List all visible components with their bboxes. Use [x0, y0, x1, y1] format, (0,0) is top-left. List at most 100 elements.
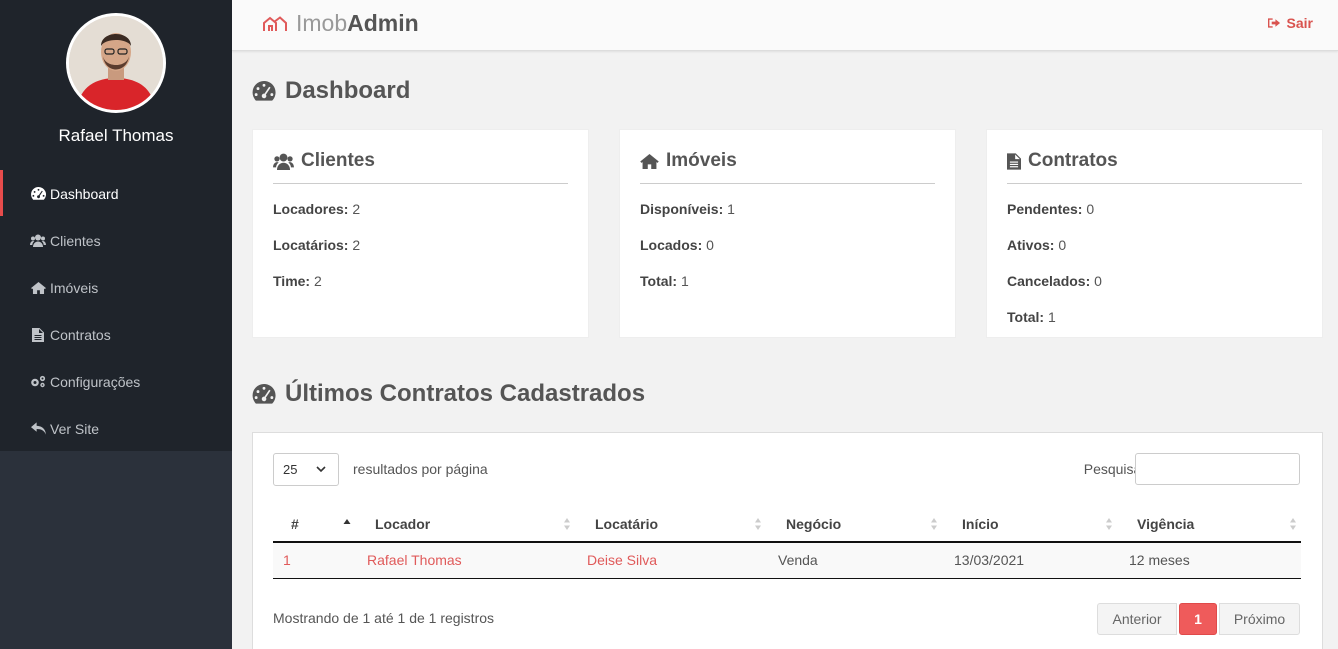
- card-title: Imóveis: [640, 150, 935, 184]
- sidebar-item-label: Dashboard: [50, 185, 119, 202]
- stat-line: Pendentes: 0: [1007, 201, 1302, 237]
- sign-out-icon: [1267, 17, 1287, 29]
- building-icon: [262, 15, 288, 32]
- stat-line: Locadores: 2: [273, 201, 568, 237]
- column-label: Início: [962, 515, 999, 532]
- stat-value: 0: [1094, 273, 1102, 289]
- stat-line: Locados: 0: [640, 237, 935, 273]
- stat-label: Time:: [273, 273, 311, 289]
- stat-line: Ativos: 0: [1007, 237, 1302, 273]
- page-length-label: resultados por página: [353, 461, 488, 477]
- column-header-negocio[interactable]: Negócio: [766, 506, 942, 543]
- sidebar-item-dashboard[interactable]: Dashboard: [0, 170, 232, 217]
- brand-logo[interactable]: Imob Admin: [262, 10, 419, 37]
- sort-icon: [564, 518, 570, 530]
- dashboard-icon: [252, 81, 285, 101]
- sidebar-item-imoveis[interactable]: Imóveis: [0, 264, 232, 311]
- card-title: Contratos: [1007, 150, 1302, 184]
- card-title-text: Clientes: [301, 150, 375, 171]
- sort-icon: [755, 518, 761, 530]
- sidebar-item-label: Ver Site: [50, 420, 100, 437]
- stat-label: Locados:: [640, 237, 703, 253]
- column-header-id[interactable]: #: [273, 506, 355, 543]
- sidebar-item-ver-site[interactable]: Ver Site: [0, 405, 232, 452]
- pagination: Anterior 1 Próximo: [1097, 603, 1300, 635]
- stat-label: Ativos:: [1007, 237, 1055, 253]
- column-header-vigencia[interactable]: Vigência: [1117, 506, 1301, 543]
- page-length-select[interactable]: 25: [273, 453, 339, 486]
- page-1-button[interactable]: 1: [1179, 603, 1217, 635]
- table-header-row: # Locador Locatário Negócio Início Vigên…: [273, 506, 1301, 543]
- stat-line: Time: 2: [273, 273, 568, 309]
- stat-value: 0: [706, 237, 714, 253]
- row-inicio: 13/03/2021: [942, 542, 1117, 579]
- page-title: Dashboard: [252, 77, 410, 105]
- home-icon: [30, 281, 46, 295]
- sidebar: Rafael Thomas Dashboard Clientes Imóveis…: [0, 0, 232, 649]
- column-header-inicio[interactable]: Início: [942, 506, 1117, 543]
- contracts-table-panel: 25 resultados por página Pesquisar # Loc…: [252, 432, 1323, 649]
- sort-icon: [1290, 518, 1296, 530]
- logout-label: Sair: [1286, 15, 1313, 31]
- next-page-button[interactable]: Próximo: [1219, 603, 1300, 635]
- sidebar-item-configuracoes[interactable]: Configurações: [0, 358, 232, 405]
- brand-bold: Admin: [347, 10, 419, 36]
- stat-label: Total:: [1007, 309, 1045, 325]
- row-id-link[interactable]: 1: [273, 542, 355, 579]
- stat-value: 1: [1047, 309, 1056, 325]
- sidebar-item-label: Imóveis: [50, 279, 99, 296]
- reply-icon: [30, 422, 46, 436]
- brand-light: Imob: [296, 10, 348, 36]
- page-title-text: Dashboard: [285, 77, 411, 104]
- sort-asc-icon: [343, 519, 351, 524]
- file-icon: [30, 327, 46, 342]
- top-bar: Imob Admin Sair: [232, 0, 1338, 51]
- card-clientes: Clientes Locadores: 2 Locatários: 2 Time…: [252, 129, 589, 338]
- page-length-value: 25: [283, 462, 298, 477]
- users-icon: [30, 234, 46, 248]
- stat-value: 1: [680, 273, 689, 289]
- card-imoveis: Imóveis Disponíveis: 1 Locados: 0 Total:…: [619, 129, 956, 338]
- stat-label: Cancelados:: [1007, 273, 1091, 289]
- table-info: Mostrando de 1 até 1 de 1 registros: [273, 610, 495, 626]
- card-contratos: Contratos Pendentes: 0 Ativos: 0 Cancela…: [986, 129, 1323, 338]
- stat-value: 2: [313, 273, 322, 289]
- table-row: 1 Rafael Thomas Deise Silva Venda 13/03/…: [273, 542, 1301, 579]
- dashboard-icon: [30, 187, 46, 201]
- file-icon: [1007, 152, 1028, 170]
- stat-value: 1: [727, 201, 735, 217]
- sidebar-item-label: Configurações: [50, 373, 141, 390]
- stat-label: Total:: [640, 273, 678, 289]
- stat-label: Locadores:: [273, 201, 349, 217]
- column-label: Locatário: [595, 515, 659, 532]
- stat-value: 2: [352, 201, 361, 217]
- card-title: Clientes: [273, 150, 568, 184]
- dashboard-icon: [252, 384, 285, 404]
- users-icon: [273, 153, 301, 170]
- sidebar-item-label: Contratos: [50, 326, 111, 343]
- column-header-locatario[interactable]: Locatário: [575, 506, 766, 543]
- row-vigencia: 12 meses: [1117, 542, 1301, 579]
- user-name: Rafael Thomas: [58, 126, 174, 145]
- row-negocio: Venda: [766, 542, 942, 579]
- column-label: #: [291, 515, 299, 532]
- stat-label: Disponíveis:: [640, 201, 724, 217]
- stat-value: 2: [352, 237, 361, 253]
- stat-line: Total: 1: [1007, 309, 1302, 345]
- column-label: Locador: [375, 515, 431, 532]
- logout-button[interactable]: Sair: [1267, 15, 1313, 31]
- previous-page-button[interactable]: Anterior: [1097, 603, 1177, 635]
- home-icon: [640, 153, 666, 169]
- row-locador-link[interactable]: Rafael Thomas: [355, 542, 575, 579]
- search-input[interactable]: [1135, 453, 1300, 485]
- recent-contracts-title-text: Últimos Contratos Cadastrados: [285, 380, 646, 407]
- stat-value: 0: [1086, 201, 1095, 217]
- row-locatario-link[interactable]: Deise Silva: [575, 542, 766, 579]
- sidebar-item-contratos[interactable]: Contratos: [0, 311, 232, 358]
- sidebar-item-clientes[interactable]: Clientes: [0, 217, 232, 264]
- sidebar-nav: Dashboard Clientes Imóveis Contratos Con…: [0, 170, 232, 452]
- stat-label: Locatários:: [273, 237, 349, 253]
- stat-line: Total: 1: [640, 273, 935, 309]
- column-header-locador[interactable]: Locador: [355, 506, 575, 543]
- contracts-table: # Locador Locatário Negócio Início Vigên…: [273, 506, 1301, 579]
